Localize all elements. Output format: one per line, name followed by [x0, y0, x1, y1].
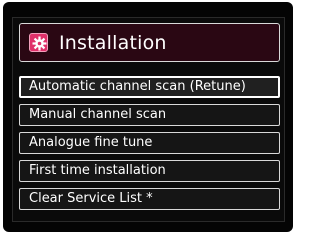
menu-item-clear-service-list[interactable]: Clear Service List *	[19, 188, 280, 210]
installation-menu-list: Automatic channel scan (Retune) Manual c…	[19, 76, 280, 210]
menu-header: Installation	[19, 23, 280, 62]
tv-screen: Installation Automatic channel scan (Ret…	[3, 2, 293, 232]
menu-item-analogue-fine-tune[interactable]: Analogue fine tune	[19, 132, 280, 154]
menu-item-manual-channel-scan[interactable]: Manual channel scan	[19, 104, 280, 126]
menu-item-first-time-installation[interactable]: First time installation	[19, 160, 280, 182]
menu-item-automatic-channel-scan[interactable]: Automatic channel scan (Retune)	[19, 76, 280, 98]
installation-menu-panel: Installation Automatic channel scan (Ret…	[12, 17, 285, 222]
page-title: Installation	[59, 32, 167, 54]
gear-icon	[29, 33, 48, 52]
